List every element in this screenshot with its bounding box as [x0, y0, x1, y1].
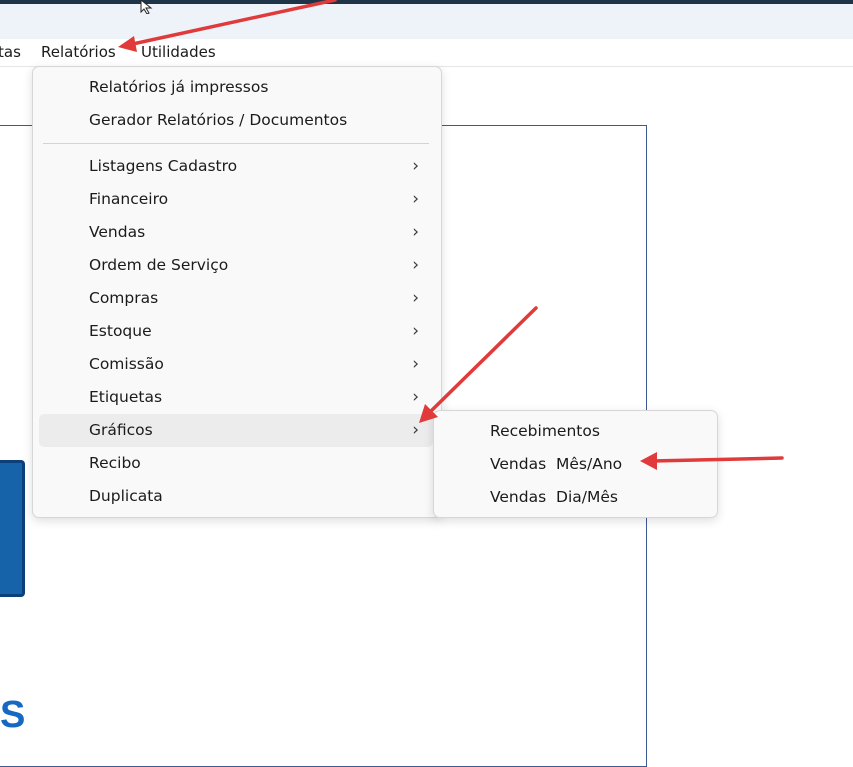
- menu-item-label: Vendas Dia/Mês: [490, 488, 618, 506]
- menu-item-compras[interactable]: Compras ›: [39, 282, 433, 315]
- menubar-item-relatorios[interactable]: Relatórios: [41, 43, 116, 61]
- menu-item-label: Vendas Mês/Ano: [490, 455, 623, 473]
- mouse-pointer-icon: [140, 0, 153, 14]
- chevron-right-icon: ›: [412, 288, 419, 308]
- chevron-right-icon: ›: [412, 387, 419, 407]
- menu-item-graficos[interactable]: Gráficos ›: [39, 414, 433, 447]
- menu-item-label: Compras: [89, 289, 159, 307]
- graficos-submenu: Recebimentos Vendas Mês/Ano Vendas Dia/M…: [433, 410, 718, 518]
- menu-item-label: Financeiro: [89, 190, 169, 208]
- chevron-right-icon: ›: [412, 222, 419, 242]
- menu-item-label: Listagens Cadastro: [89, 157, 238, 175]
- background-logo-text: S: [0, 694, 26, 736]
- menu-item-financeiro[interactable]: Financeiro ›: [39, 183, 433, 216]
- menu-item-label: Ordem de Serviço: [89, 256, 229, 274]
- menu-item-vendas[interactable]: Vendas ›: [39, 216, 433, 249]
- submenu-item-recebimentos[interactable]: Recebimentos: [440, 415, 710, 448]
- menu-item-comissao[interactable]: Comissão ›: [39, 348, 433, 381]
- menu-item-label: Estoque: [89, 322, 152, 340]
- menu-item-label: Comissão: [89, 355, 164, 373]
- menubar-item-ferramentas[interactable]: tas: [0, 43, 21, 61]
- menu-item-label: Recibo: [89, 454, 141, 472]
- menu-item-recibo[interactable]: Recibo: [39, 447, 433, 480]
- background-logo-block: [0, 460, 25, 597]
- menu-item-label: Gerador Relatórios / Documentos: [89, 111, 348, 129]
- chevron-right-icon: ›: [412, 321, 419, 341]
- menu-item-label: Recebimentos: [490, 422, 600, 440]
- chevron-right-icon: ›: [412, 156, 419, 176]
- menu-bar: tas Relatórios Utilidades: [0, 39, 853, 67]
- menu-item-ordem-de-servico[interactable]: Ordem de Serviço ›: [39, 249, 433, 282]
- menubar-item-utilidades[interactable]: Utilidades: [141, 43, 216, 61]
- menu-item-gerador-relatorios[interactable]: Gerador Relatórios / Documentos: [39, 104, 433, 137]
- menu-item-label: Duplicata: [89, 487, 163, 505]
- toolbar-strip: [0, 4, 853, 39]
- chevron-right-icon: ›: [412, 420, 419, 440]
- relatorios-dropdown-menu: Relatórios já impressos Gerador Relatóri…: [32, 66, 442, 518]
- menu-item-relatorios-ja-impressos[interactable]: Relatórios já impressos: [39, 71, 433, 104]
- menu-item-etiquetas[interactable]: Etiquetas ›: [39, 381, 433, 414]
- menu-item-duplicata[interactable]: Duplicata: [39, 480, 433, 513]
- submenu-item-vendas-dia-mes[interactable]: Vendas Dia/Mês: [440, 481, 710, 514]
- menu-item-label: Gráficos: [89, 421, 153, 439]
- menu-separator: [43, 143, 429, 144]
- chevron-right-icon: ›: [412, 189, 419, 209]
- menu-item-label: Vendas: [89, 223, 146, 241]
- menu-item-label: Etiquetas: [89, 388, 163, 406]
- chevron-right-icon: ›: [412, 255, 419, 275]
- menu-item-listagens-cadastro[interactable]: Listagens Cadastro ›: [39, 150, 433, 183]
- chevron-right-icon: ›: [412, 354, 419, 374]
- menu-item-label: Relatórios já impressos: [89, 78, 269, 96]
- menu-item-estoque[interactable]: Estoque ›: [39, 315, 433, 348]
- submenu-item-vendas-mes-ano[interactable]: Vendas Mês/Ano: [440, 448, 710, 481]
